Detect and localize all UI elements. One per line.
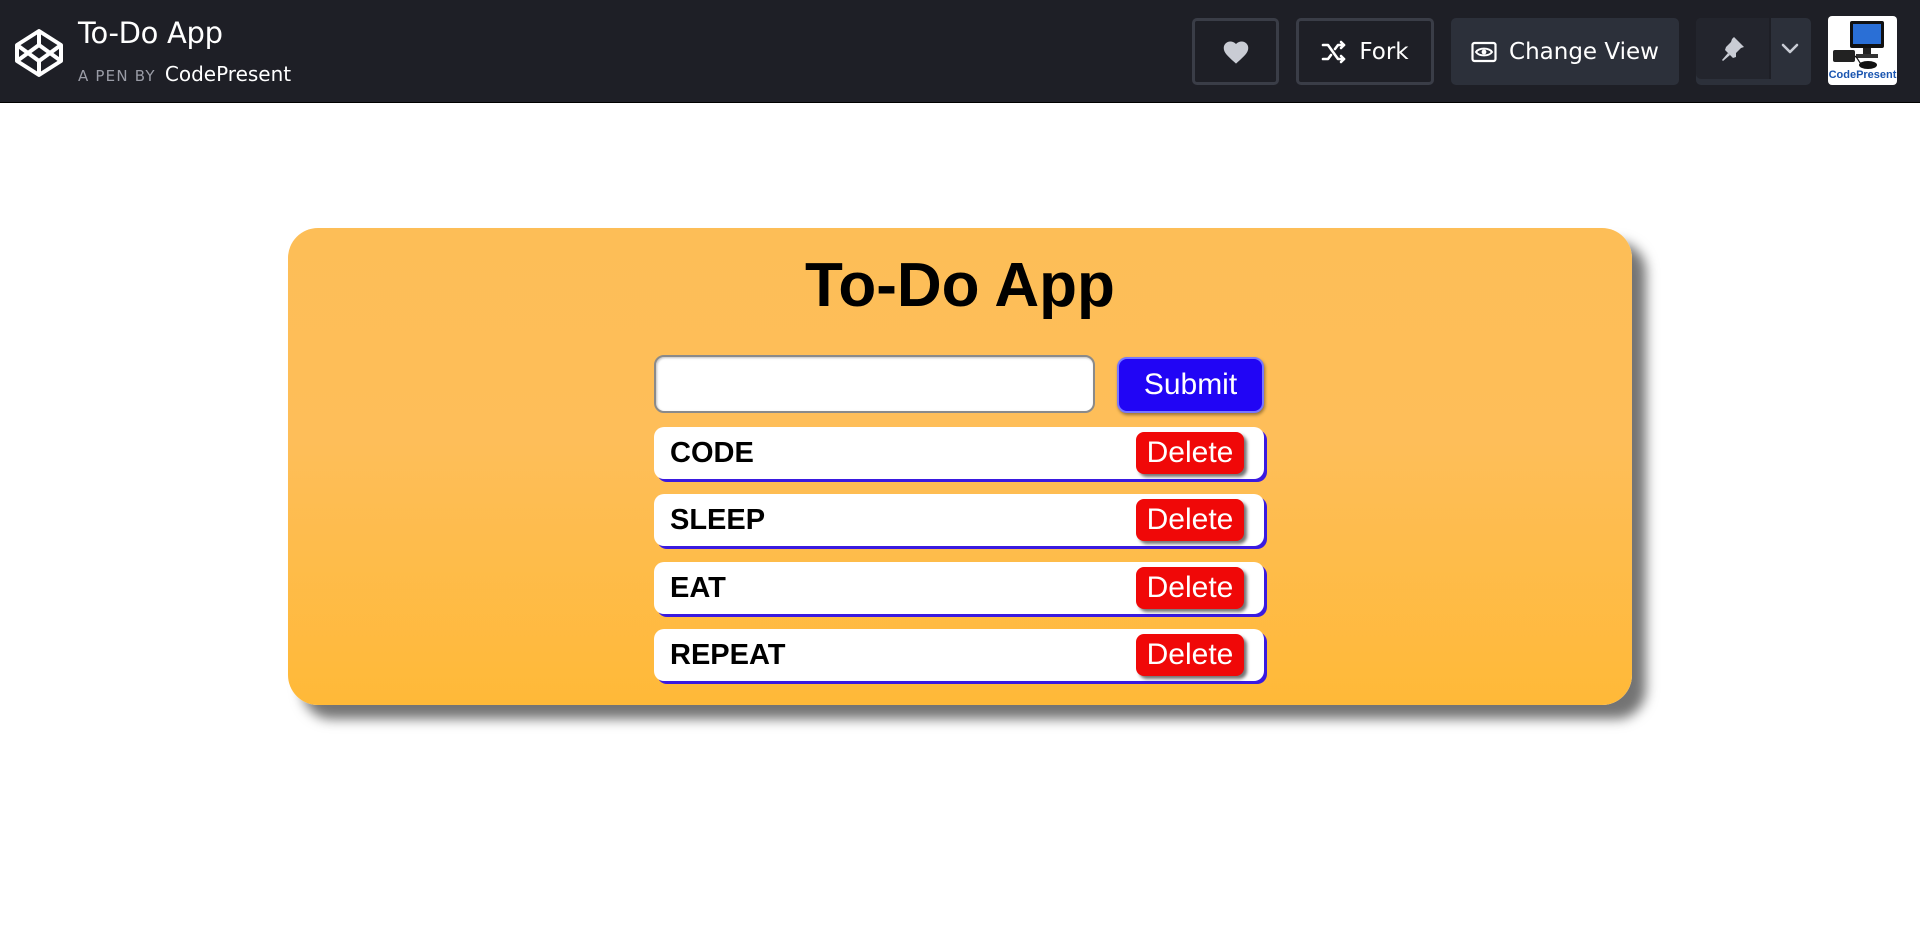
eye-icon xyxy=(1471,41,1497,63)
pin-options-button[interactable] xyxy=(1772,18,1808,79)
delete-button[interactable]: Delete xyxy=(1136,432,1244,474)
todo-input[interactable] xyxy=(654,355,1095,413)
pin-button[interactable] xyxy=(1696,18,1771,79)
codepen-logo-icon[interactable] xyxy=(14,28,64,78)
todo-item: CODE Delete xyxy=(654,427,1264,479)
chevron-down-icon xyxy=(1781,43,1799,55)
todo-item-text: SLEEP xyxy=(670,504,766,536)
change-view-label: Change View xyxy=(1509,38,1659,65)
fork-button[interactable]: Fork xyxy=(1296,18,1434,85)
fork-label: Fork xyxy=(1359,38,1409,65)
change-view-button[interactable]: Change View xyxy=(1451,18,1679,85)
heart-icon xyxy=(1222,39,1250,65)
pen-author-link[interactable]: CodePresent xyxy=(165,62,291,86)
todo-item: REPEAT Delete xyxy=(654,629,1264,681)
app-title: To-Do App xyxy=(805,251,1115,320)
pin-icon xyxy=(1721,36,1745,62)
todo-app-card: To-Do App Submit CODE Delete SLEEP Delet… xyxy=(288,228,1632,705)
todo-item-text: CODE xyxy=(670,437,754,469)
pen-by-label: A PEN BY xyxy=(78,67,156,85)
codepen-header: To-Do App A PEN BY CodePresent Fork Chan… xyxy=(0,0,1920,103)
fork-icon xyxy=(1321,40,1347,64)
pin-button-group xyxy=(1696,18,1811,85)
delete-button[interactable]: Delete xyxy=(1136,634,1244,676)
delete-button[interactable]: Delete xyxy=(1136,567,1244,609)
user-avatar[interactable]: CodePresent xyxy=(1828,16,1897,85)
pen-title: To-Do App xyxy=(78,16,223,50)
todo-item-text: EAT xyxy=(670,572,726,604)
todo-item: EAT Delete xyxy=(654,562,1264,614)
avatar-label: CodePresent xyxy=(1828,69,1897,81)
love-button[interactable] xyxy=(1192,18,1279,85)
todo-item: SLEEP Delete xyxy=(654,494,1264,546)
pen-author-line: A PEN BY CodePresent xyxy=(78,62,291,86)
delete-button[interactable]: Delete xyxy=(1136,499,1244,541)
submit-button[interactable]: Submit xyxy=(1117,357,1264,413)
todo-item-text: REPEAT xyxy=(670,639,786,671)
